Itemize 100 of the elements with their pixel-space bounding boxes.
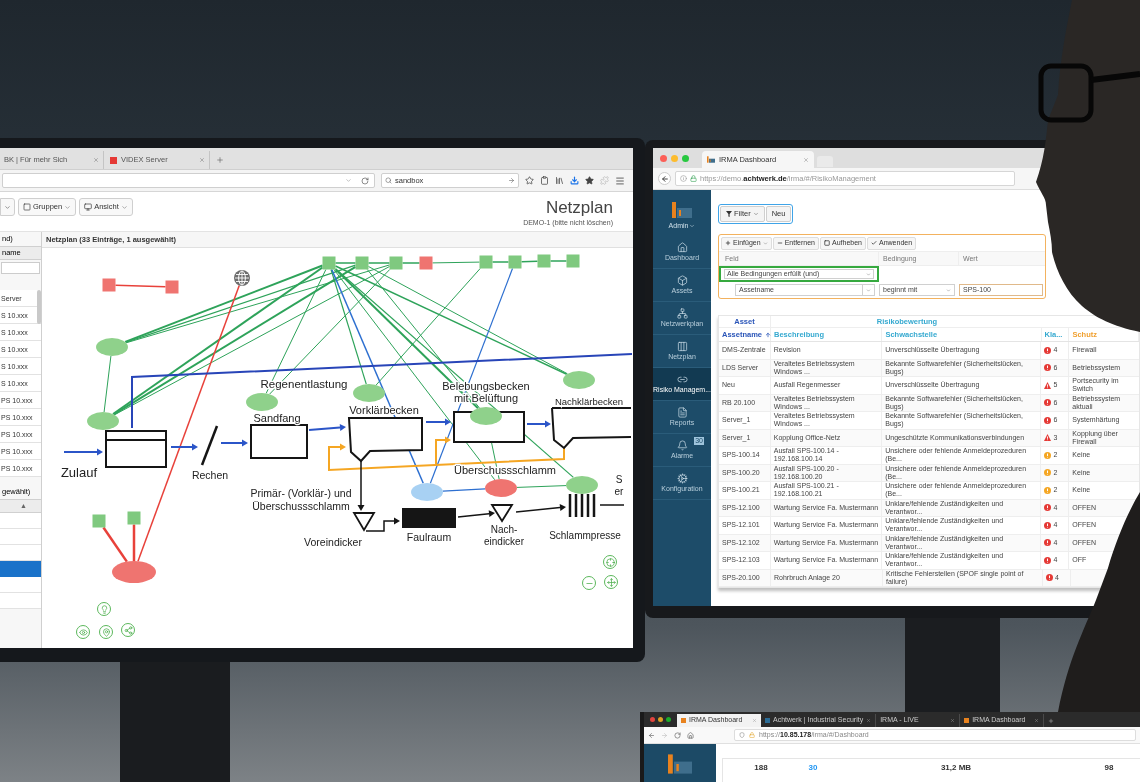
window-close-button[interactable]	[650, 717, 655, 722]
close-icon[interactable]	[93, 157, 99, 163]
square-node[interactable]	[566, 254, 580, 268]
download-icon[interactable]	[570, 176, 579, 185]
link-line	[516, 485, 567, 488]
caret-icon	[752, 211, 759, 217]
square-node[interactable]	[92, 514, 106, 528]
scrollbar[interactable]	[37, 290, 41, 324]
flow-arrow	[515, 504, 566, 513]
back-button[interactable]	[658, 172, 671, 185]
crosshair-icon	[605, 557, 615, 567]
check-icon	[871, 240, 877, 246]
close-icon[interactable]	[1034, 718, 1040, 723]
home-icon[interactable]	[687, 731, 694, 739]
stage-label: Sandfang	[253, 412, 301, 424]
zoom-out-button[interactable]	[582, 576, 596, 590]
close-icon[interactable]	[866, 718, 872, 723]
ellipse-node[interactable]	[485, 479, 517, 497]
dropdown-button[interactable]	[0, 198, 15, 216]
library-icon[interactable]	[555, 176, 564, 185]
square-node[interactable]	[389, 256, 403, 270]
star-icon[interactable]	[525, 176, 534, 185]
cube-icon	[676, 274, 688, 286]
caret-icon	[866, 271, 871, 277]
square-node[interactable]	[165, 280, 179, 294]
ellipse-node[interactable]	[246, 393, 278, 411]
ellipse-node[interactable]	[96, 338, 128, 356]
ellipse-node[interactable]	[353, 384, 385, 402]
new-tab-button[interactable]	[817, 156, 833, 167]
back-icon[interactable]	[648, 731, 655, 739]
forward-icon[interactable]	[661, 731, 668, 739]
close-icon[interactable]	[199, 157, 205, 163]
caret-icon	[946, 287, 951, 293]
square-node[interactable]	[479, 255, 493, 269]
move-button[interactable]	[604, 575, 618, 589]
close-icon[interactable]	[950, 718, 956, 723]
info-icon	[680, 175, 687, 182]
window-zoom-button[interactable]	[666, 717, 671, 722]
document-icon	[676, 406, 688, 418]
globe-node[interactable]	[234, 270, 250, 286]
square-node[interactable]	[508, 255, 522, 269]
stat-value: 30	[808, 762, 818, 774]
thickener-shape	[490, 504, 514, 523]
square-node[interactable]	[322, 256, 336, 270]
stage-label: Nach- eindicker	[484, 524, 524, 547]
link-line	[491, 261, 510, 263]
window-zoom-button[interactable]	[682, 154, 689, 162]
filter-field[interactable]	[1, 262, 40, 274]
minus-icon	[776, 240, 783, 246]
ellipse-node[interactable]	[563, 371, 595, 389]
sitemap-icon	[676, 307, 688, 319]
reload-icon[interactable]	[361, 176, 369, 185]
menu-icon[interactable]	[615, 175, 625, 186]
puzzle-icon[interactable]	[600, 176, 609, 185]
rake-shape	[200, 425, 219, 466]
logo-icon	[707, 156, 715, 163]
flow-arrow	[457, 510, 495, 518]
square-node[interactable]	[127, 511, 141, 525]
back-icon	[660, 174, 669, 183]
ellipse-node[interactable]	[411, 483, 443, 501]
stage-label: Rechen	[191, 469, 229, 481]
window-minimize-button[interactable]	[658, 717, 663, 722]
bell-icon	[676, 439, 688, 451]
gear-icon	[676, 472, 688, 484]
pin-icon	[101, 627, 111, 637]
share-button[interactable]	[121, 623, 135, 637]
press-shape	[568, 494, 596, 517]
square-node[interactable]	[102, 278, 116, 292]
close-icon[interactable]	[803, 156, 809, 163]
logo-icon	[668, 754, 692, 774]
lightbulb-button[interactable]	[97, 602, 111, 616]
flow-arrow	[170, 443, 198, 451]
url-field[interactable]	[2, 173, 375, 188]
lock-icon	[690, 175, 697, 182]
square-node[interactable]	[355, 256, 369, 270]
flow-arrow	[308, 424, 346, 431]
lightbulb-icon	[99, 604, 109, 614]
reload-icon[interactable]	[674, 731, 681, 739]
clipboard-icon[interactable]	[540, 176, 549, 185]
center-button[interactable]	[603, 555, 617, 569]
basin-shape	[250, 424, 308, 459]
ellipse-node[interactable]	[470, 407, 502, 425]
go-icon[interactable]	[508, 177, 515, 184]
eye-button[interactable]	[76, 625, 90, 639]
ellipse-node[interactable]	[112, 561, 156, 583]
list-row[interactable]	[0, 561, 41, 577]
star-icon[interactable]	[585, 176, 594, 185]
square-node[interactable]	[537, 254, 551, 268]
ellipse-node[interactable]	[87, 412, 119, 430]
new-tab-icon[interactable]	[216, 156, 224, 164]
pin-button[interactable]	[99, 625, 113, 639]
ellipse-node[interactable]	[566, 476, 598, 494]
window-close-button[interactable]	[660, 154, 667, 162]
flow-arrow	[425, 418, 451, 426]
share-icon	[123, 625, 133, 635]
stage-label: Faulraum	[406, 531, 452, 543]
new-tab-icon[interactable]	[1048, 718, 1055, 724]
close-icon[interactable]	[752, 718, 757, 723]
flow-arrow	[220, 439, 248, 447]
square-node[interactable]	[419, 256, 433, 270]
